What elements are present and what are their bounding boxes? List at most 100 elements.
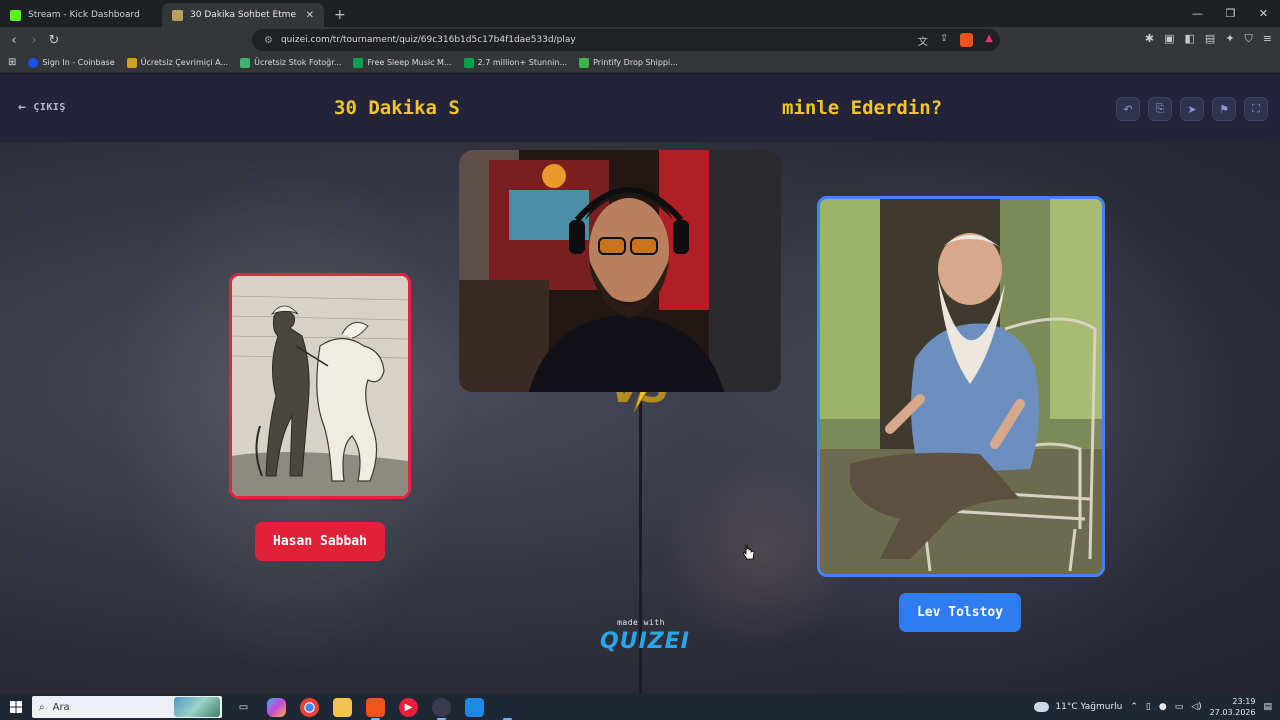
taskbar: ⌕ Ara ▭ ▶ 11°C Yağmurlu ⌃ ▯ ● ▭ ◁) 23:19… [0, 694, 1280, 720]
option-left-card[interactable] [229, 273, 411, 499]
bookmark-site-icon [126, 57, 137, 68]
clock-date: 27.03.2026 [1209, 708, 1256, 717]
apps-grid-icon[interactable]: ⊞ [8, 57, 16, 68]
search-icon: ⌕ [39, 701, 45, 713]
file-explorer-icon[interactable] [333, 697, 352, 717]
lev-tolstoy-image [820, 199, 1102, 574]
made-with-quizei[interactable]: made with QUIZEI [600, 618, 690, 654]
option-left-button[interactable]: Hasan Sabbah [255, 522, 385, 561]
bookmark-label: 2.7 million+ Stunnin... [477, 58, 568, 67]
address-bar[interactable]: ⚙ quizei.com/tr/tournament/quiz/69c316b1… [252, 29, 1000, 51]
app-icon[interactable] [465, 697, 484, 717]
minimize-button[interactable]: — [1181, 0, 1214, 27]
clock-time: 23:19 [1232, 697, 1256, 706]
made-with-label: made with [617, 618, 665, 627]
media-player-icon[interactable]: ▶ [399, 697, 418, 717]
brave-rewards-icon[interactable]: ▲ [985, 33, 993, 48]
share-button[interactable]: ⎘ [1148, 97, 1172, 121]
close-window-button[interactable]: ✕ [1247, 0, 1280, 27]
device-icon[interactable]: ▯ [1146, 702, 1151, 712]
undo-button[interactable]: ↶ [1116, 97, 1140, 121]
browser-tab-bar: Stream - Kick Dashboard 30 Dakika Sohbet… [0, 0, 1280, 27]
bookmark-label: Free Sleep Music M... [367, 58, 452, 67]
reload-icon[interactable]: ↻ [44, 33, 64, 48]
vpn-icon[interactable]: ⛉ [1245, 32, 1253, 46]
tab-quizei[interactable]: 30 Dakika Sohbet Etme Şansın O ✕ [162, 3, 324, 27]
bookmark-ucretsiz-cevrimici[interactable]: Ücretsiz Çevrimiçi A... [126, 57, 228, 68]
restore-button[interactable]: ❐ [1214, 0, 1247, 27]
sidebar-icon[interactable]: ◧ [1185, 32, 1195, 46]
flag-icon: ⚑ [1219, 102, 1229, 116]
fullscreen-button[interactable]: ⛶ [1244, 97, 1268, 121]
quiz-title: 30 Dakika S [334, 97, 460, 119]
taskbar-search[interactable]: ⌕ Ara [32, 696, 222, 718]
notifications-icon[interactable]: ▤ [1263, 702, 1272, 712]
bookmark-site-icon [240, 57, 251, 68]
site-info-icon[interactable]: ⚙ [264, 35, 273, 46]
chrome-icon[interactable] [300, 697, 319, 717]
bookmark-site-icon [579, 57, 590, 68]
webcam-overlay [459, 150, 781, 392]
quiz-title-end: minle Ederdin? [782, 97, 943, 119]
search-placeholder: Ara [52, 701, 70, 713]
bookmarks-bar: ⊞ Sign In - Coinbase Ücretsiz Çevrimiçi … [0, 53, 1280, 73]
bookmark-stok-fotograf[interactable]: Ücretsiz Stok Fotoğr... [240, 57, 341, 68]
fullscreen-icon: ⛶ [1252, 102, 1260, 115]
forward-icon[interactable]: › [24, 33, 44, 48]
share-icon: ⎘ [1155, 102, 1165, 115]
new-tab-button[interactable]: + [324, 7, 356, 27]
quiz-page: ← ÇIKIŞ 30 Dakika S minle Ederdin? ↶ ⎘ ➤… [0, 74, 1280, 694]
translate-icon[interactable]: 文 [918, 33, 928, 48]
send-button[interactable]: ➤ [1180, 97, 1204, 121]
browser-toolbar: ‹ › ↻ ⚙ quizei.com/tr/tournament/quiz/69… [0, 27, 1280, 53]
task-view-icon[interactable]: ▭ [234, 698, 253, 717]
tab-kick-dashboard[interactable]: Stream - Kick Dashboard [0, 3, 162, 27]
report-button[interactable]: ⚑ [1212, 97, 1236, 121]
bookmark-stunning[interactable]: 2.7 million+ Stunnin... [463, 57, 568, 68]
clock[interactable]: 23:19 27.03.2026 [1210, 696, 1256, 718]
tab-title: 30 Dakika Sohbet Etme Şansın O [190, 10, 299, 20]
bookmark-site-icon [463, 57, 474, 68]
back-icon[interactable]: ‹ [4, 33, 24, 48]
exit-label: ÇIKIŞ [33, 102, 66, 113]
close-tab-icon[interactable]: ✕ [306, 10, 314, 21]
option-right-button[interactable]: Lev Tolstoy [899, 593, 1021, 632]
reading-list-icon[interactable]: ▤ [1205, 32, 1215, 46]
network-icon[interactable]: ▭ [1175, 702, 1184, 712]
rain-cloud-icon [1034, 702, 1050, 712]
extensions-icon[interactable]: ✱ [1145, 32, 1154, 46]
streamer-webcam-image [459, 150, 781, 392]
quizei-logo: QUIZEI [600, 629, 690, 654]
bookmark-printify[interactable]: Printify Drop Shippi... [579, 57, 678, 68]
copilot-icon[interactable] [267, 697, 286, 717]
leo-ai-icon[interactable]: ✦ [1225, 32, 1234, 46]
windows-icon [10, 701, 22, 713]
exit-button[interactable]: ← ÇIKIŞ [18, 100, 66, 115]
bookmark-label: Printify Drop Shippi... [593, 58, 678, 67]
url-text: quizei.com/tr/tournament/quiz/69c316b1d5… [280, 35, 576, 45]
tab-title: Stream - Kick Dashboard [28, 10, 140, 20]
hasan-sabbah-image [232, 276, 408, 496]
arrow-left-icon: ← [18, 100, 27, 115]
bookmark-coinbase[interactable]: Sign In - Coinbase [28, 57, 115, 68]
steam-icon[interactable] [498, 697, 517, 720]
brave-shields-icon[interactable] [960, 33, 974, 47]
tray-chevron-icon[interactable]: ⌃ [1130, 702, 1138, 712]
volume-icon[interactable]: ◁) [1191, 702, 1201, 712]
option-right-card[interactable] [817, 196, 1105, 577]
coinbase-icon [28, 57, 39, 68]
undo-icon: ↶ [1123, 102, 1133, 116]
bookmark-sleep-music[interactable]: Free Sleep Music M... [353, 57, 452, 68]
share-page-icon[interactable]: ⇪ [940, 33, 948, 48]
kick-favicon-icon [10, 9, 21, 21]
menu-icon[interactable]: ≡ [1263, 32, 1272, 46]
microphone-icon[interactable]: ● [1159, 702, 1167, 712]
weather-text: 11°C Yağmurlu [1055, 702, 1123, 712]
start-button[interactable] [0, 701, 32, 713]
obs-icon[interactable] [432, 697, 451, 720]
mouse-cursor-icon [743, 544, 755, 560]
weather-widget[interactable]: 11°C Yağmurlu [1034, 702, 1122, 712]
quiz-header: ← ÇIKIŞ 30 Dakika S minle Ederdin? ↶ ⎘ ➤… [0, 74, 1280, 142]
brave-taskbar-icon[interactable] [366, 697, 385, 720]
wallet-icon[interactable]: ▣ [1164, 32, 1174, 46]
